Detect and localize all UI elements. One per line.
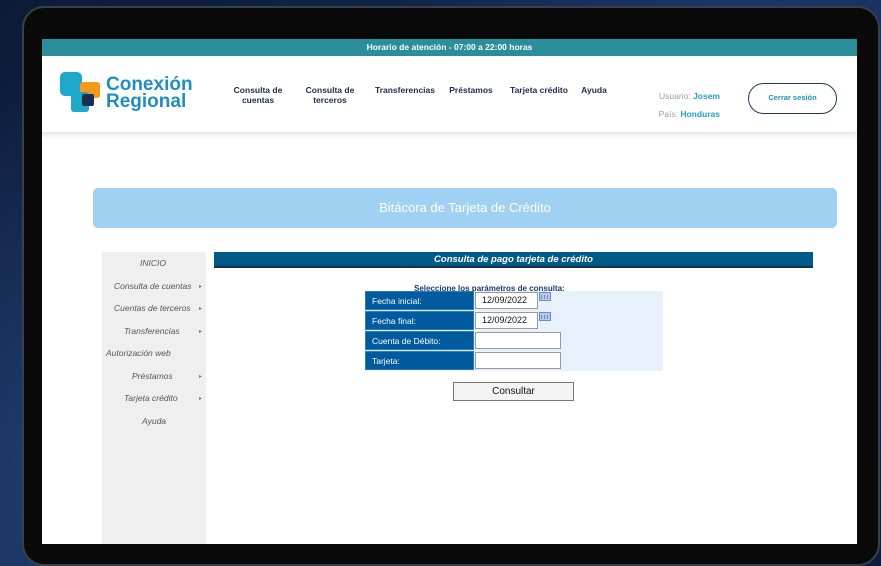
sidebar-item-tarjeta-credito[interactable]: Tarjeta crédito ▸ <box>102 387 206 410</box>
card-label: Tarjeta: <box>365 351 474 370</box>
consultar-button[interactable]: Consultar <box>453 382 574 401</box>
chevron-right-icon: ▸ <box>198 306 202 312</box>
chevron-right-icon: ▸ <box>198 328 202 335</box>
site-header: Conexión Regional Consulta de cuentas Con… <box>42 56 857 133</box>
nav-transferencias[interactable]: Transferencias <box>370 85 440 105</box>
sidebar-item-inicio[interactable]: INICIO <box>102 252 206 275</box>
user-name: Josem <box>693 91 720 101</box>
end-date-label: Fecha final: <box>365 311 474 330</box>
chevron-right-icon: ▸ <box>198 373 202 380</box>
nav-consulta-terceros[interactable]: Consulta de terceros <box>290 85 370 105</box>
browser-screen: Horario de atención - 07:00 a 22:00 hora… <box>42 39 857 544</box>
user-country: Honduras <box>680 109 720 119</box>
form-row: Fecha final: 12/09/2022 <box>365 311 663 330</box>
main-nav: Consulta de cuentas Consulta de terceros T… <box>226 85 612 105</box>
sidebar-item-transferencias[interactable]: Transferencias ▸ <box>102 320 206 343</box>
sidebar-item-prestamos[interactable]: Préstamos ▸ <box>102 365 206 388</box>
logo[interactable]: Conexión Regional <box>60 72 193 114</box>
sidebar-item-consulta-cuentas[interactable]: Consulta de cuentas ▸ <box>102 275 206 298</box>
start-date-label: Fecha inicial: <box>365 291 474 310</box>
form-row: Fecha inicial: 12/09/2022 <box>365 291 663 310</box>
section-title: Consulta de pago tarjeta de crédito <box>214 252 813 268</box>
chevron-right-icon: ▸ <box>198 283 202 290</box>
sidebar-item-cuentas-terceros[interactable]: Cuentas de terceros ▸ <box>102 297 206 320</box>
logo-icon <box>60 72 102 114</box>
query-form: Fecha inicial: 12/09/2022 Fecha final: 1… <box>365 291 663 371</box>
page-banner: Bitácora de Tarjeta de Crédito <box>93 188 837 228</box>
form-row: Cuenta de Débito: <box>365 331 663 350</box>
start-date-input[interactable]: 12/09/2022 <box>475 292 538 309</box>
logout-button[interactable]: Cerrar sesión <box>748 83 837 114</box>
hours-bar: Horario de atención - 07:00 a 22:00 hora… <box>42 39 857 56</box>
calendar-icon[interactable] <box>539 292 551 301</box>
chevron-right-icon: ▸ <box>198 396 202 402</box>
nav-prestamos[interactable]: Préstamos <box>440 85 502 105</box>
sidebar-item-autorizacion-web[interactable]: Autorización web <box>102 342 206 365</box>
card-input[interactable] <box>475 352 561 369</box>
debit-account-label: Cuenta de Débito: <box>365 331 474 350</box>
form-row: Tarjeta: <box>365 351 663 370</box>
sidebar-menu: INICIO Consulta de cuentas ▸ Cuentas de t… <box>102 252 206 544</box>
end-date-input[interactable]: 12/09/2022 <box>475 312 538 329</box>
nav-tarjeta-credito[interactable]: Tarjeta crédito <box>502 85 576 105</box>
debit-account-input[interactable] <box>475 332 561 349</box>
nav-ayuda[interactable]: Ayuda <box>576 85 612 105</box>
logo-text: Conexión Regional <box>106 74 193 112</box>
nav-consulta-cuentas[interactable]: Consulta de cuentas <box>226 85 290 105</box>
sidebar-item-ayuda[interactable]: Ayuda <box>102 410 206 433</box>
calendar-icon[interactable] <box>539 312 551 321</box>
user-info: Usuario: Josem País: Honduras <box>658 91 720 119</box>
